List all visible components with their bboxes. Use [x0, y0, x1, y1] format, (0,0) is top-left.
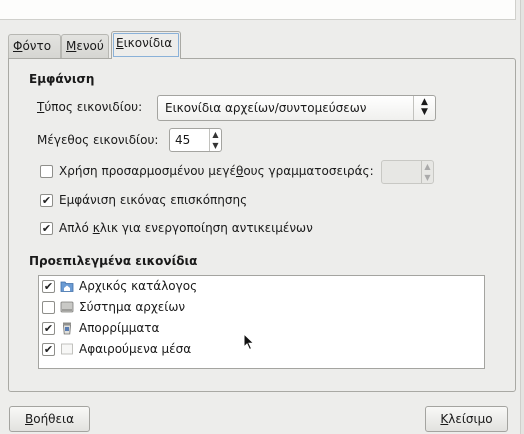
- custom-font-size-checkbox[interactable]: [40, 165, 53, 178]
- home-folder-icon: [60, 281, 74, 292]
- list-item-removable[interactable]: ✔ Αφαιρούμενα μέσα: [39, 340, 484, 360]
- tab-icons[interactable]: Εικονίδια: [111, 31, 181, 59]
- icon-type-label: Τύπος εικονιδίου:: [37, 100, 143, 114]
- spinner-arrows-icon[interactable]: ▲ ▼: [209, 129, 221, 151]
- trash-icon: [63, 322, 71, 335]
- help-button[interactable]: Βοήθεια: [9, 406, 90, 432]
- top-window-strip: [0, 0, 516, 20]
- default-icons-list[interactable]: ✔ Αρχικός κατάλογος Σύστημα αρχείων ✔ Απ…: [38, 275, 485, 369]
- close-button[interactable]: Κλείσιμο: [425, 406, 508, 432]
- icon-type-combobox[interactable]: Εικονίδια αρχείων/συντομεύσεων ▲ ▼: [157, 95, 436, 121]
- home-checkbox[interactable]: ✔: [42, 280, 55, 293]
- drive-icon: [60, 301, 74, 313]
- icon-size-spinner[interactable]: 45 ▲ ▼: [169, 128, 222, 152]
- filesystem-checkbox[interactable]: [42, 301, 55, 314]
- trash-checkbox[interactable]: ✔: [42, 322, 55, 335]
- removable-media-icon: [61, 343, 73, 355]
- single-click-label: Απλό κλικ για ενεργοποίηση αντικειμένων: [59, 221, 313, 235]
- icon-size-label: Μέγεθος εικονιδίου:: [37, 133, 159, 147]
- icon-size-value: 45: [175, 133, 191, 147]
- show-preview-label: Εμφάνιση εικόνας επισκόπησης: [59, 193, 248, 207]
- window-edge: [520, 0, 524, 434]
- list-item-home[interactable]: ✔ Αρχικός κατάλογος: [39, 277, 484, 297]
- custom-font-size-spinner[interactable]: ▲ ▼: [381, 160, 434, 184]
- show-preview-checkbox[interactable]: ✔: [40, 194, 53, 207]
- removable-checkbox[interactable]: ✔: [42, 343, 55, 356]
- icon-type-value: Εικονίδια αρχείων/συντομεύσεων: [165, 101, 367, 115]
- removable-label: Αφαιρούμενα μέσα: [79, 342, 192, 356]
- mouse-pointer-icon: [243, 333, 255, 351]
- spinner-arrows-icon: ▲ ▼: [421, 161, 433, 183]
- custom-font-size-label: Χρήση προσαρμοσμένου μεγέθους γραμματοσε…: [59, 164, 374, 178]
- tab-font[interactable]: Φόντο: [8, 34, 61, 58]
- trash-label: Απορρίμματα: [79, 321, 160, 335]
- default-icons-section-title: Προεπιλεγμένα εικονίδια: [29, 254, 198, 268]
- list-item-trash[interactable]: ✔ Απορρίμματα: [39, 319, 484, 339]
- appearance-section-title: Εμφάνιση: [29, 72, 95, 86]
- combo-updown-icon: ▲ ▼: [413, 96, 435, 120]
- single-click-checkbox[interactable]: ✔: [40, 222, 53, 235]
- list-item-filesystem[interactable]: Σύστημα αρχείων: [39, 298, 484, 318]
- home-label: Αρχικός κατάλογος: [79, 279, 198, 293]
- tab-menu[interactable]: Μενού: [61, 34, 109, 58]
- filesystem-label: Σύστημα αρχείων: [79, 300, 186, 314]
